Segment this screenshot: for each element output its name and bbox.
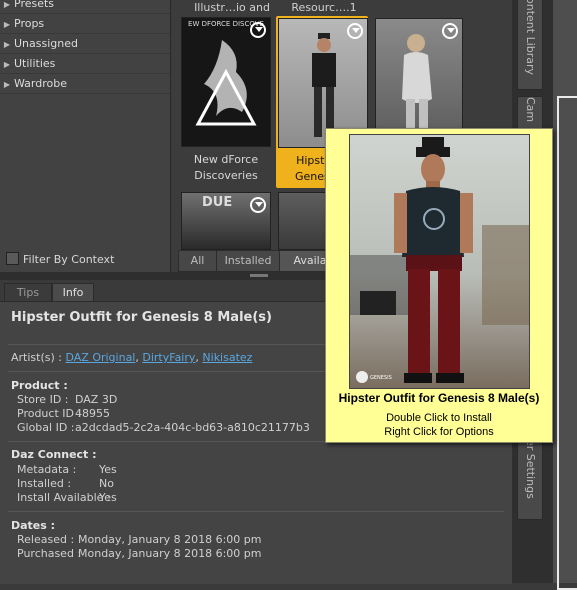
splitter-grip-icon[interactable]: [250, 274, 268, 277]
tooltip-hint-options: Right Click for Options: [384, 426, 494, 438]
tooltip-hint-install: Double Click to Install: [386, 412, 492, 424]
viewport-edge[interactable]: [553, 0, 577, 590]
daz-connect-header: Daz Connect :: [11, 448, 97, 461]
download-gear-icon[interactable]: [250, 197, 266, 213]
tab-info[interactable]: Info: [52, 283, 94, 302]
artists-row: Artist(s) : DAZ Original, DirtyFairy, Ni…: [11, 351, 253, 364]
global-id-value: a2dcdad5-2c2a-404c-bd63-a810c21177b3: [75, 421, 310, 434]
global-id-label: Global ID :: [17, 421, 75, 434]
tab-tips[interactable]: Tips: [4, 283, 52, 302]
expand-arrow-icon[interactable]: ▶: [0, 75, 14, 94]
product-tooltip: GENESIS Hipster Outfit for Genesis 8 Mal…: [325, 128, 553, 443]
product-thumbnail: DUE: [181, 192, 271, 250]
purchased-label: Purchased :: [17, 547, 82, 560]
dforce-cloth-illustration: [195, 40, 257, 126]
download-gear-icon[interactable]: [442, 23, 458, 39]
download-gear-icon[interactable]: [347, 23, 363, 39]
product-id-label: Product ID :: [17, 407, 82, 420]
expand-arrow-icon[interactable]: ▶: [0, 35, 14, 54]
tooltip-product-image: GENESIS: [349, 134, 530, 389]
artist-link[interactable]: DAZ Original: [65, 351, 135, 364]
tab-installed[interactable]: Installed: [216, 250, 280, 272]
product-title: Hipster Outfit for Genesis 8 Male(s): [11, 310, 272, 325]
tree-item-utilities[interactable]: ▶ Utilities: [0, 54, 170, 74]
product-header: Product :: [11, 379, 68, 392]
expand-arrow-icon[interactable]: ▶: [0, 15, 14, 34]
metadata-value: Yes: [99, 463, 117, 476]
artist-link[interactable]: Nikisatez: [202, 351, 252, 364]
tooltip-title: Hipster Outfit for Genesis 8 Male(s): [338, 391, 540, 405]
dates-header: Dates :: [11, 519, 56, 532]
tab-all[interactable]: All: [178, 250, 217, 272]
released-value: Monday, January 8 2018 6:00 pm: [78, 533, 262, 546]
metadata-label: Metadata :: [17, 463, 77, 476]
product-tile[interactable]: EW DFORCE DISCOVE New dForce Discoveries: [180, 16, 272, 186]
install-available-label: Install Available :: [17, 491, 111, 504]
installed-value: No: [99, 477, 114, 490]
tree-item-presets[interactable]: ▶ Presets: [0, 0, 170, 14]
tree-item-unassigned[interactable]: ▶ Unassigned: [0, 34, 170, 54]
tree-item-props[interactable]: ▶ Props: [0, 14, 170, 34]
product-id-value: 48955: [75, 407, 110, 420]
tab-content-library[interactable]: ontent Library: [517, 0, 543, 90]
filter-by-context-checkbox[interactable]: Filter By Context: [6, 252, 114, 268]
released-label: Released :: [17, 533, 75, 546]
purchased-value: Monday, January 8 2018 6:00 pm: [78, 547, 262, 560]
product-tile[interactable]: DUE: [180, 192, 272, 250]
download-gear-icon[interactable]: [250, 22, 266, 38]
artist-link[interactable]: DirtyFairy: [142, 351, 195, 364]
expand-arrow-icon[interactable]: ▶: [0, 55, 14, 74]
store-id-value: DAZ 3D: [75, 393, 118, 406]
hipster-outfit-illustration: [350, 137, 529, 383]
expand-arrow-icon[interactable]: ▶: [0, 0, 14, 14]
divider: [8, 511, 504, 512]
store-id-label: Store ID :: [17, 393, 69, 406]
tile-label-top: Illustr…io and: [194, 1, 270, 14]
install-available-value: Yes: [99, 491, 117, 504]
installed-label: Installed :: [17, 477, 72, 490]
viewport-frame: [557, 96, 577, 590]
category-tree: ▶ Presets ▶ Props ▶ Unassigned ▶ Utilities ▶…: [0, 0, 171, 272]
tree-item-wardrobe[interactable]: ▶ Wardrobe: [0, 74, 170, 94]
checkbox-box[interactable]: [6, 252, 19, 265]
product-thumbnail: EW DFORCE DISCOVE: [181, 17, 271, 147]
daz-logo-icon: [356, 371, 368, 383]
